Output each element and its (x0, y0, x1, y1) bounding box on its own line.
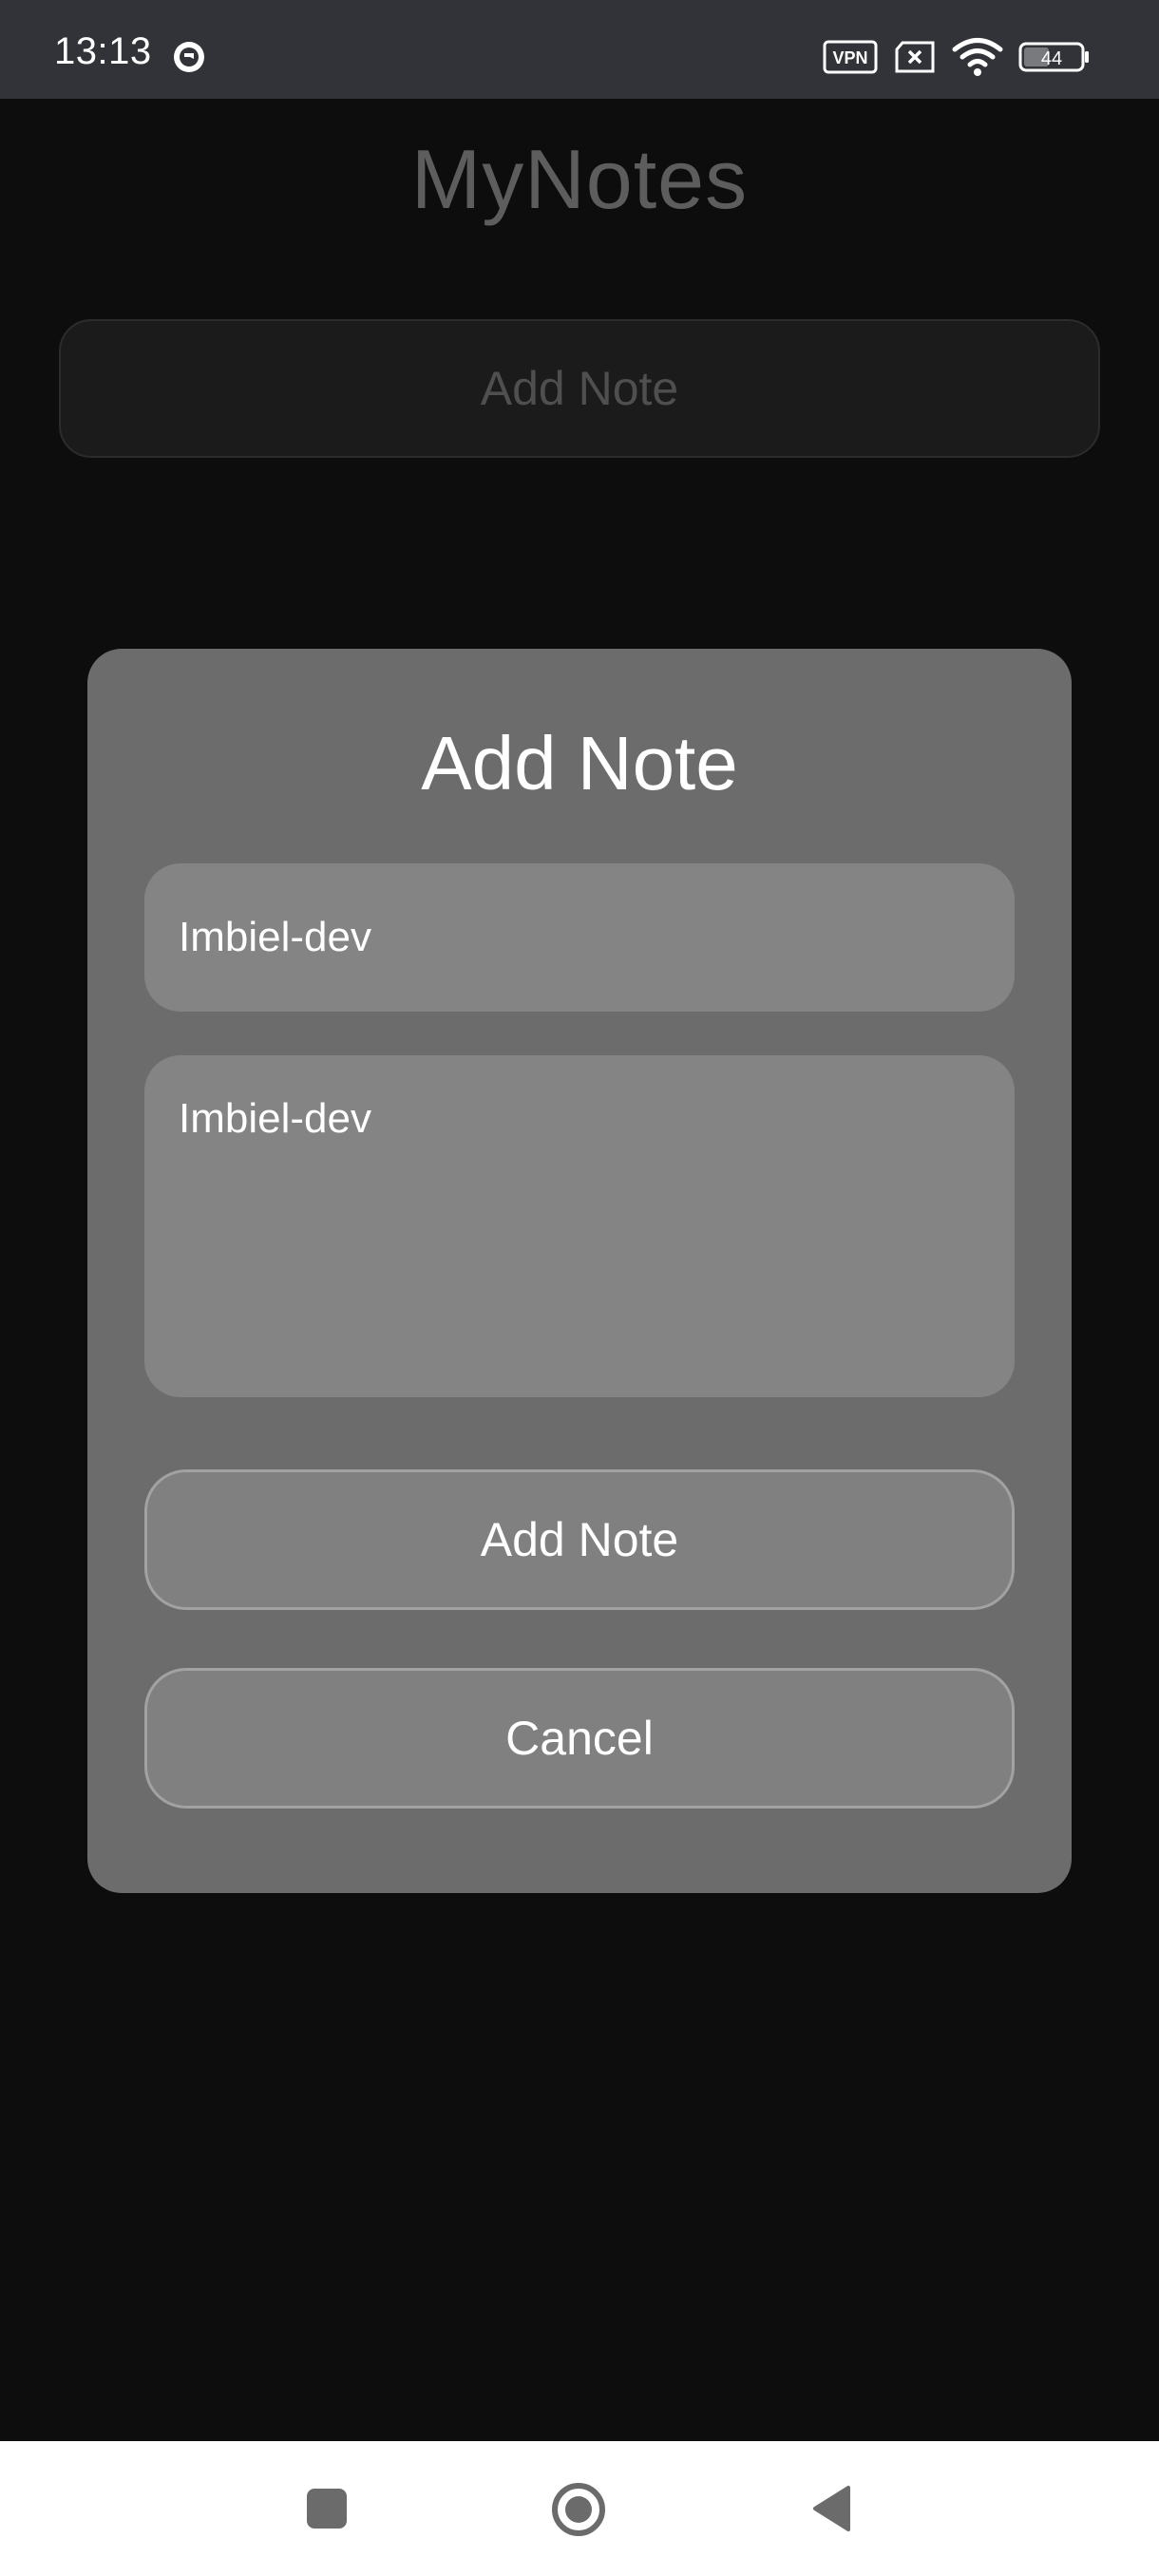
vpn-icon: VPN (823, 40, 878, 74)
dialog-cancel-button[interactable]: Cancel (144, 1668, 1015, 1809)
screen: 13:13 VPN 44 MyNotes Add Note Add Note I… (0, 0, 1159, 2576)
status-bar: 13:13 VPN 44 (0, 0, 1159, 99)
messenger-notification-icon (174, 42, 204, 72)
no-sim-icon (895, 41, 935, 73)
wifi-icon (952, 38, 1003, 76)
recents-square-icon[interactable] (307, 2489, 347, 2529)
note-content-value: Imbiel-dev (179, 1095, 371, 1142)
back-triangle-icon[interactable] (810, 2484, 852, 2533)
battery-icon: 44 (1018, 42, 1089, 72)
battery-level: 44 (1041, 48, 1062, 69)
status-icons: VPN 44 (823, 34, 1091, 80)
note-title-input[interactable]: Imbiel-dev (144, 863, 1015, 1012)
navigation-bar (0, 2441, 1159, 2576)
dialog-add-note-button[interactable]: Add Note (144, 1469, 1015, 1610)
home-circle-icon[interactable] (551, 2482, 606, 2537)
add-note-dialog: Add Note Imbiel-dev Imbiel-dev Add Note … (87, 649, 1072, 1893)
note-content-input[interactable]: Imbiel-dev (144, 1055, 1015, 1397)
add-note-button[interactable]: Add Note (59, 319, 1100, 458)
dialog-title: Add Note (421, 721, 738, 805)
vpn-label: VPN (832, 48, 867, 67)
app-title: MyNotes (410, 132, 749, 226)
status-time: 13:13 (54, 30, 152, 72)
note-title-value: Imbiel-dev (179, 914, 371, 960)
